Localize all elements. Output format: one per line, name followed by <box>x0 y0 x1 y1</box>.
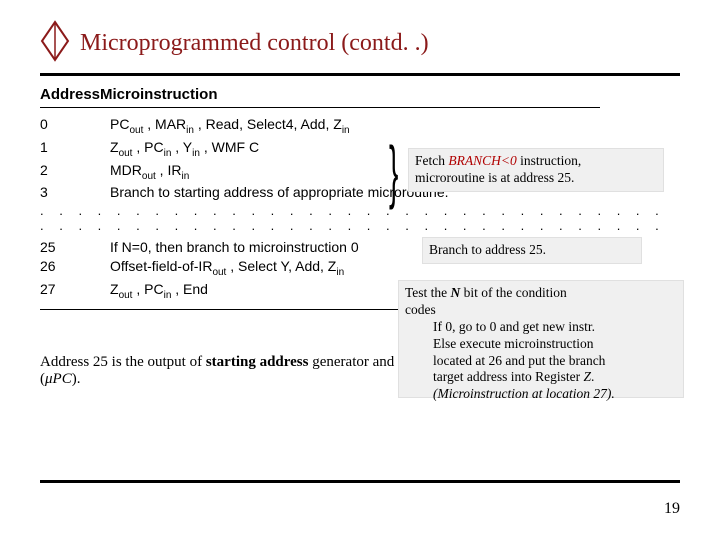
annot-text: target address into Register <box>433 369 583 384</box>
addr-cell: 2 <box>40 162 110 178</box>
title-divider <box>40 73 680 76</box>
addr-cell: 3 <box>40 184 110 200</box>
annotation-fetch: Fetch BRANCH<0 instruction, microroutine… <box>408 148 664 192</box>
body-mpc: μPC <box>45 371 72 387</box>
header-microinstruction: Microinstruction <box>100 86 218 103</box>
annot-text: microroutine is at address 25. <box>415 170 574 185</box>
slide: Microprogrammed control (contd. .) Addre… <box>0 0 720 540</box>
header-rule <box>40 107 600 108</box>
annot-text: bit of the condition <box>460 285 566 300</box>
header-address: Address <box>40 86 100 103</box>
addr-cell: 27 <box>40 281 110 297</box>
annot-text: located at 26 and put the branch <box>405 353 677 370</box>
annot-text: If 0, go to 0 and get new instr. <box>405 319 677 336</box>
footer-divider <box>40 480 680 483</box>
page-number: 19 <box>664 500 680 518</box>
table-row: 0 PCout , MARin , Read, Select4, Add, Zi… <box>40 116 680 136</box>
addr-cell: 26 <box>40 258 110 274</box>
diamond-icon <box>40 20 70 67</box>
annotation-branch-25: Branch to address 25. <box>422 237 642 264</box>
annot-text: Test the <box>405 285 451 300</box>
body-text: ). <box>72 371 81 387</box>
annot-text: instruction, <box>517 153 582 168</box>
annot-line: target address into Register Z. <box>405 369 677 386</box>
annot-text: Else execute microinstruction <box>405 336 677 353</box>
annotation-test-n: Test the N bit of the condition codes If… <box>398 280 684 398</box>
annot-text: codes <box>405 302 436 317</box>
addr-cell: 1 <box>40 139 110 155</box>
body-text: Address 25 is the output of <box>40 354 206 370</box>
annot-text: Branch to address 25. <box>429 242 546 257</box>
annot-text: (Microinstruction at location 27). <box>405 386 677 403</box>
annot-text: Fetch <box>415 153 448 168</box>
table-header: AddressMicroinstruction <box>40 86 680 103</box>
slide-title: Microprogrammed control (contd. .) <box>80 30 429 57</box>
title-row: Microprogrammed control (contd. .) <box>40 20 680 67</box>
annot-red: BRANCH<0 <box>448 153 516 168</box>
body-bold: starting address <box>206 354 309 370</box>
addr-cell: 25 <box>40 239 110 255</box>
annot-z: Z <box>583 369 591 384</box>
annot-n: N <box>451 285 461 300</box>
brace-icon: } <box>389 136 398 206</box>
dots-separator: . . . . . . . . . . . . . . . . . . . . … <box>40 203 680 233</box>
annot-text: . <box>591 369 594 384</box>
addr-cell: 0 <box>40 116 110 132</box>
